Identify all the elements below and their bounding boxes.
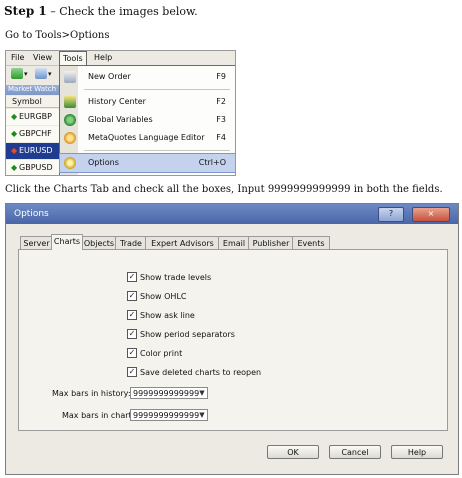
ok-button[interactable]: OK — [267, 445, 319, 459]
dialog-title: Options — [14, 209, 49, 219]
checkbox-show-period-separators[interactable]: ✓ Show period separators — [127, 328, 235, 341]
menu-bar: File View Tools Help — [6, 51, 235, 66]
tab-publisher[interactable]: Publisher — [248, 236, 294, 250]
charts-tab-panel: ✓ Show trade levels ✓ Show OHLC ✓ Show ask … — [18, 249, 448, 431]
tab-expert-advisors[interactable]: Expert Advisors — [145, 236, 220, 250]
symbol-row-selected[interactable]: ◆ EURUSD — [6, 143, 64, 159]
menu-item-history-center[interactable]: History Center F2 — [60, 93, 235, 111]
menu-item-shortcut: F9 — [216, 72, 226, 81]
down-arrow-icon: ◆ — [11, 146, 18, 155]
checkbox-color-print[interactable]: ✓ Color print — [127, 347, 183, 360]
up-arrow-icon: ◆ — [11, 163, 18, 172]
menu-separator — [84, 89, 230, 90]
menu-file[interactable]: File — [11, 53, 24, 62]
dialog-titlebar: Options ? × — [6, 204, 458, 224]
toolbar: ▾ ▾ — [6, 66, 64, 83]
tools-dropdown-menu: New Order F9 History Center F2 Global Va… — [59, 65, 235, 175]
checkbox-box[interactable]: ✓ — [127, 366, 137, 377]
menu-tools[interactable]: Tools — [59, 51, 87, 66]
new-chart-icon[interactable] — [11, 68, 23, 79]
options-dialog: Options ? × Server Charts Objects Trade … — [5, 203, 459, 475]
menu-item-shortcut: F2 — [216, 97, 226, 106]
menu-view[interactable]: View — [33, 53, 52, 62]
checkbox-label: Show OHLC — [140, 292, 187, 301]
max-bars-history-label: Max bars in history: — [52, 389, 131, 398]
menu-item-new-order[interactable]: New Order F9 — [60, 68, 235, 86]
max-bars-chart-label: Max bars in chart: — [62, 411, 135, 420]
menu-help[interactable]: Help — [94, 53, 112, 62]
checkbox-save-deleted-charts[interactable]: ✓ Save deleted charts to reopen — [127, 366, 262, 379]
history-center-icon — [64, 96, 76, 108]
checkbox-box[interactable]: ✓ — [127, 290, 137, 301]
tab-server[interactable]: Server — [20, 236, 53, 250]
step-heading-line: Step 1 – Check the images below. — [4, 4, 198, 18]
tab-charts[interactable]: Charts — [51, 234, 83, 250]
chevron-down-icon[interactable]: ▼ — [197, 409, 207, 421]
menu-item-label: New Order — [88, 72, 131, 81]
menu-separator — [84, 150, 230, 151]
menu-item-label: Global Variables — [88, 115, 153, 124]
menu-item-label: Options — [88, 158, 119, 167]
cancel-button[interactable]: Cancel — [329, 445, 381, 459]
global-variables-icon — [64, 114, 76, 126]
checkbox-box[interactable]: ✓ — [127, 328, 137, 339]
tab-objects[interactable]: Objects — [81, 236, 117, 250]
menu-item-options[interactable]: Options Ctrl+O — [59, 153, 235, 173]
tab-events[interactable]: Events — [292, 236, 330, 250]
checkbox-label: Color print — [140, 349, 183, 358]
checkbox-show-ask-line[interactable]: ✓ Show ask line — [127, 309, 195, 322]
symbol-row[interactable]: ◆ GBPCHF — [6, 126, 64, 142]
symbol-row[interactable]: ◆ GBPUSD — [6, 160, 64, 175]
options-icon — [64, 157, 76, 169]
checkbox-label: Save deleted charts to reopen — [140, 368, 262, 377]
tab-trade[interactable]: Trade — [115, 236, 147, 250]
charts-instruction: Click the Charts Tab and check all the b… — [5, 184, 443, 195]
market-watch-header: Market Watch — [6, 85, 64, 95]
menu-item-shortcut: F3 — [216, 115, 226, 124]
step-text: – Check the images below. — [46, 5, 198, 18]
checkbox-show-trade-levels[interactable]: ✓ Show trade levels — [127, 271, 212, 284]
symbol-name: GBPUSD — [19, 163, 53, 172]
close-title-button[interactable]: × — [412, 207, 450, 222]
up-arrow-icon: ◆ — [11, 129, 18, 138]
menu-item-metaquotes-editor[interactable]: MetaQuotes Language Editor F4 — [60, 129, 235, 147]
checkbox-box[interactable]: ✓ — [127, 309, 137, 320]
menu-item-shortcut: F4 — [216, 133, 226, 142]
menu-item-label: History Center — [88, 97, 146, 106]
help-title-button[interactable]: ? — [378, 207, 404, 222]
goto-instruction: Go to Tools>Options — [5, 30, 110, 41]
menu-item-global-variables[interactable]: Global Variables F3 — [60, 111, 235, 129]
checkbox-box[interactable]: ✓ — [127, 347, 137, 358]
help-button[interactable]: Help — [391, 445, 443, 459]
checkbox-box[interactable]: ✓ — [127, 271, 137, 282]
symbol-column-header[interactable]: Symbol — [6, 96, 64, 108]
symbol-name: EURGBP — [19, 112, 52, 121]
symbol-row[interactable]: ◆ EURGBP — [6, 109, 64, 125]
checkbox-show-ohlc[interactable]: ✓ Show OHLC — [127, 290, 187, 303]
profiles-icon[interactable] — [35, 68, 47, 79]
mt4-screenshot: File View Tools Help ▾ ▾ Market Watch Sy… — [5, 50, 236, 176]
checkbox-label: Show trade levels — [140, 273, 212, 282]
symbol-name: EURUSD — [19, 146, 53, 155]
up-arrow-icon: ◆ — [11, 112, 18, 121]
checkbox-label: Show ask line — [140, 311, 195, 320]
step-label: Step 1 — [4, 4, 47, 18]
checkbox-label: Show period separators — [140, 330, 235, 339]
chevron-down-icon[interactable]: ▼ — [197, 387, 207, 399]
menu-item-label: MetaQuotes Language Editor — [88, 133, 205, 142]
tab-email[interactable]: Email — [218, 236, 250, 250]
symbol-name: GBPCHF — [19, 129, 52, 138]
new-order-icon — [64, 71, 76, 83]
metaeditor-icon — [64, 132, 76, 144]
menu-item-shortcut: Ctrl+O — [198, 158, 226, 167]
